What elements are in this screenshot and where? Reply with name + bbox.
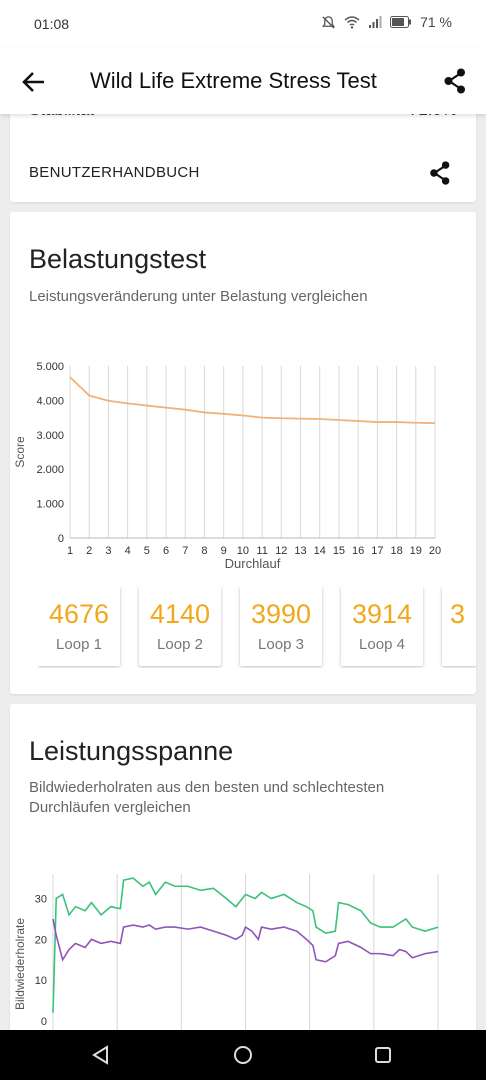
x-tick-label: 19: [410, 545, 422, 557]
x-tick-label: 13: [294, 545, 306, 557]
x-tick-label: 6: [163, 545, 169, 557]
wifi-icon: [344, 16, 360, 29]
x-tick-label: 5: [144, 545, 150, 557]
loop-card[interactable]: 3990 Loop 3: [240, 586, 322, 666]
share-icon[interactable]: [426, 159, 454, 187]
y-tick-label: 0: [58, 533, 64, 545]
signal-icon: [369, 16, 382, 28]
battery-percent: 71 %: [420, 14, 452, 30]
arrow-back-icon[interactable]: [18, 66, 50, 98]
loop-value: 3990: [250, 599, 312, 629]
x-tick-label: 1: [67, 545, 73, 557]
share-icon[interactable]: [440, 66, 470, 96]
x-tick-label: 7: [182, 545, 188, 557]
y-tick-label: 4.000: [36, 395, 64, 407]
loop-card[interactable]: 4140 Loop 2: [139, 586, 221, 666]
y-axis-label: Bildwiederholrate: [13, 918, 27, 1010]
stress-subtitle: Leistungsveränderung unter Belastung ver…: [29, 288, 368, 305]
y-tick-label: 3.000: [36, 430, 64, 442]
x-tick-label: 18: [390, 545, 402, 557]
x-tick-label: 4: [125, 545, 131, 557]
stress-heading: Belastungstest: [29, 244, 207, 274]
x-tick-label: 2: [86, 545, 92, 557]
mute-bell-icon: [322, 15, 336, 29]
status-time: 01:08: [34, 16, 70, 32]
x-tick-label: 15: [333, 545, 345, 557]
loop-value: 3914: [351, 599, 413, 629]
loop-card[interactable]: 4676 Loop 1: [38, 586, 120, 666]
span-heading: Leistungsspanne: [29, 736, 234, 766]
framerate-chart: 0 10 20 30 Bildwiederholrate: [13, 874, 439, 1031]
y-tick-label: 0: [41, 1016, 47, 1028]
loop-card[interactable]: 3: [442, 586, 476, 666]
loop-value: 3: [450, 599, 466, 629]
nav-home-icon[interactable]: [232, 1044, 254, 1066]
stress-score-chart: 1 2 3 4 5 6 7 8 9 10 11 12 13 14 15 16 17 18 19 2001.0002.0…: [13, 361, 441, 571]
y-tick-label: 20: [35, 934, 47, 946]
y-tick-label: 30: [35, 894, 47, 906]
x-tick-label: 3: [105, 545, 111, 557]
status-bar: 01:08 71 %: [0, 0, 486, 48]
loop-value: 4676: [48, 599, 110, 629]
y-tick-label: 5.000: [36, 361, 64, 373]
stress-test-card: Belastungstest Leistungsveränderung unte…: [10, 212, 476, 694]
loop-card[interactable]: 3914 Loop 4: [341, 586, 423, 666]
x-tick-label: 17: [371, 545, 383, 557]
span-subtitle: Bildwiederholraten aus den besten und sc…: [29, 779, 385, 816]
y-tick-label: 10: [35, 975, 47, 987]
loop-value: 4140: [149, 599, 211, 629]
page-title: Wild Life Extreme Stress Test: [90, 68, 377, 93]
y-tick-label: 2.000: [36, 464, 64, 476]
x-tick-label: 20: [429, 545, 441, 557]
loop-cards[interactable]: 4676 Loop 1 4140 Loop 2 3990 Loop 3 3914 Loo…: [38, 586, 476, 668]
performance-span-card: Leistungsspanne Bildwiederholraten aus d…: [10, 704, 476, 1044]
y-axis-label: Score: [13, 436, 27, 468]
user-manual-link[interactable]: BENUTZERHANDBUCH: [29, 164, 200, 181]
x-tick-label: 14: [314, 545, 326, 557]
system-nav-bar: [0, 1030, 486, 1080]
status-icons: 71 %: [321, 14, 452, 30]
x-axis-label: Durchlauf: [225, 556, 281, 571]
nav-recents-icon[interactable]: [372, 1044, 394, 1066]
x-tick-label: 16: [352, 545, 364, 557]
loop-label: Loop 3: [258, 636, 304, 653]
app-bar: Wild Life Extreme Stress Test: [0, 48, 486, 114]
loop-label: Loop 1: [56, 636, 102, 653]
loop-label: Loop 4: [359, 636, 405, 653]
battery-icon: [390, 16, 412, 28]
loop-label: Loop 2: [157, 636, 203, 653]
nav-back-icon[interactable]: [90, 1044, 112, 1066]
x-tick-label: 8: [201, 545, 207, 557]
y-tick-label: 1.000: [36, 499, 64, 511]
score-series-line: [69, 376, 436, 425]
